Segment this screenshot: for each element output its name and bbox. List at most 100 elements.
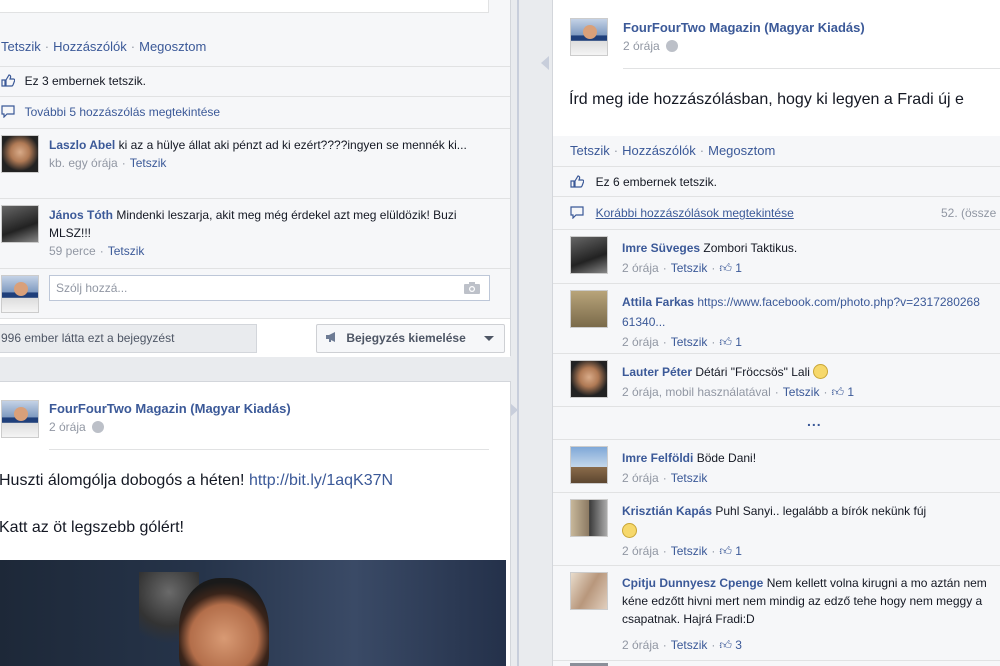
separator: · bbox=[613, 143, 619, 158]
comment-item: Lauter Péter Détári "Fröccsös" Lali 2 ór… bbox=[553, 353, 1000, 406]
comment-time[interactable]: 2 órája bbox=[622, 335, 659, 349]
small-thumbs-up-icon: 👍︎ bbox=[719, 261, 732, 275]
comment-time[interactable]: 2 órája bbox=[622, 471, 659, 485]
commenter-name[interactable]: Cpitju Dunnyesz Cpenge bbox=[622, 576, 763, 590]
commenter-name[interactable]: Laszlo Abel bbox=[49, 138, 115, 152]
globe-icon bbox=[92, 421, 105, 433]
comment-link[interactable]: Hozzászólók bbox=[53, 39, 127, 54]
more-replies-row[interactable]: ... bbox=[553, 406, 1000, 439]
small-thumbs-up-icon: 👍︎ bbox=[719, 638, 732, 652]
camera-icon[interactable] bbox=[463, 281, 481, 298]
comment-time[interactable]: 59 perce bbox=[49, 244, 96, 258]
comment-time[interactable]: kb. egy órája bbox=[49, 156, 118, 170]
commenter-avatar[interactable] bbox=[570, 236, 608, 274]
separator: · bbox=[44, 39, 50, 54]
write-comment-row: Szólj hozzá... bbox=[0, 268, 510, 318]
post-action-bar: Tetszik · Hozzászólók · Megosztom bbox=[570, 141, 775, 161]
small-thumbs-up-icon: 👍︎ bbox=[719, 544, 732, 558]
comment-like-link[interactable]: Tetszik bbox=[671, 544, 708, 558]
comment-like-count[interactable]: 👍︎ 1 bbox=[831, 385, 854, 399]
post-text: Huszti álomgólja dobogós a héten! bbox=[0, 472, 245, 489]
comment-like-link[interactable]: Tetszik bbox=[783, 385, 820, 399]
post-time[interactable]: 2 órája bbox=[49, 420, 86, 434]
comment-item: Krisztián Kapás Puhl Sanyi.. legalább a … bbox=[553, 492, 1000, 565]
comment-count: 52. (össze bbox=[941, 206, 997, 220]
like-link[interactable]: Tetszik bbox=[1, 39, 41, 54]
earlier-comments-row: Korábbi hozzászólások megtekintése 52. (… bbox=[553, 196, 1000, 229]
comment-like-count[interactable]: 👍︎ 1 bbox=[719, 335, 742, 349]
comment-item: Cpitju Dunnyesz Cpenge Nem kellett volna… bbox=[553, 565, 1000, 660]
comment-text: Détári "Fröccsös" Lali bbox=[695, 365, 810, 379]
comment-time[interactable]: 2 órája bbox=[622, 261, 659, 275]
comment-time[interactable]: 2 órája, mobil használatával bbox=[622, 385, 771, 399]
post-author[interactable]: FourFourTwo Magazin (Magyar Kiadás) bbox=[623, 20, 865, 35]
timeline-pointer bbox=[541, 56, 549, 70]
right-post-card: FourFourTwo Magazin (Magyar Kiadás) 2 ór… bbox=[552, 0, 1000, 666]
chevron-down-icon bbox=[484, 336, 494, 341]
commenter-name[interactable]: Lauter Péter bbox=[622, 365, 692, 379]
ufi-section: Tetszik · Hozzászólók · Megosztom Ez 6 ember… bbox=[553, 136, 1000, 666]
comment-like-count-value: 1 bbox=[735, 544, 742, 558]
comment-text: Zombori Taktikus. bbox=[703, 241, 798, 255]
comment-like-count-value: 1 bbox=[847, 385, 855, 399]
separator: · bbox=[130, 39, 136, 54]
commenter-name[interactable]: Imre Felföldi bbox=[622, 451, 693, 465]
promote-post-button[interactable]: Bejegyzés kiemelése bbox=[316, 324, 505, 353]
small-thumbs-up-icon: 👍︎ bbox=[831, 385, 844, 399]
commenter-avatar[interactable] bbox=[1, 135, 39, 173]
comment-like-link[interactable]: Tetszik bbox=[130, 156, 167, 170]
commenter-avatar[interactable] bbox=[570, 360, 608, 398]
comment-like-count[interactable]: 👍︎ 1 bbox=[719, 544, 742, 558]
commenter-avatar[interactable] bbox=[570, 499, 608, 537]
separator: · bbox=[699, 143, 705, 158]
header-divider bbox=[623, 68, 1000, 69]
comment-like-count-value: 1 bbox=[735, 335, 742, 349]
post-top-remnant bbox=[0, 0, 489, 13]
globe-icon bbox=[666, 40, 679, 52]
post-time[interactable]: 2 órája bbox=[623, 39, 660, 53]
post-photo[interactable] bbox=[0, 560, 506, 666]
comment-like-count[interactable]: 👍︎ 3 bbox=[719, 638, 742, 652]
commenter-name[interactable]: János Tóth bbox=[49, 208, 113, 222]
likes-text[interactable]: Ez 3 embernek tetszik. bbox=[25, 74, 146, 88]
comment-input[interactable]: Szólj hozzá... bbox=[49, 275, 490, 301]
share-link[interactable]: Megosztom bbox=[139, 39, 206, 54]
more-comments-link[interactable]: További 5 hozzászólás megtekintése bbox=[25, 105, 220, 119]
earlier-comments-link[interactable]: Korábbi hozzászólások megtekintése bbox=[596, 206, 794, 220]
left-post-card-2: FourFourTwo Magazin (Magyar Kiadás) 2 ór… bbox=[0, 381, 511, 666]
commenter-avatar[interactable] bbox=[570, 290, 608, 328]
commenter-avatar[interactable] bbox=[570, 446, 608, 484]
comment-like-link[interactable]: Tetszik bbox=[671, 471, 708, 485]
ellipsis-link[interactable]: ... bbox=[807, 413, 822, 429]
page-avatar[interactable] bbox=[1, 400, 39, 438]
comment-like-link[interactable]: Tetszik bbox=[671, 261, 708, 275]
post-author[interactable]: FourFourTwo Magazin (Magyar Kiadás) bbox=[49, 401, 291, 416]
thumbs-up-icon bbox=[1, 69, 16, 87]
comment-like-count[interactable]: 👍︎ 1 bbox=[719, 261, 742, 275]
comment-like-link[interactable]: Tetszik bbox=[108, 244, 145, 258]
comment-bubble-icon bbox=[1, 99, 15, 119]
comment-time[interactable]: 2 órája bbox=[622, 638, 659, 652]
comment-like-link[interactable]: Tetszik bbox=[671, 638, 708, 652]
left-post-card: Tetszik · Hozzászólók · Megosztom Ez 3 ember… bbox=[0, 0, 511, 357]
comment-link[interactable]: Hozzászólók bbox=[622, 143, 696, 158]
thumbs-up-icon bbox=[570, 169, 585, 188]
comment-like-count-value: 1 bbox=[735, 261, 742, 275]
header-divider bbox=[49, 449, 489, 450]
share-link[interactable]: Megosztom bbox=[708, 143, 775, 158]
player-head bbox=[179, 578, 269, 666]
commenter-avatar[interactable] bbox=[570, 572, 608, 610]
commenter-name[interactable]: Imre Süveges bbox=[622, 241, 700, 255]
comment-time[interactable]: 2 órája bbox=[622, 544, 659, 558]
post-link[interactable]: http://bit.ly/1aqK37N bbox=[249, 472, 393, 489]
like-link[interactable]: Tetszik bbox=[570, 143, 610, 158]
comment-item-partial bbox=[553, 660, 1000, 666]
commenter-name[interactable]: Krisztián Kapás bbox=[622, 504, 712, 518]
comment-like-link[interactable]: Tetszik bbox=[671, 335, 708, 349]
timeline-pointer bbox=[510, 403, 518, 417]
smiley-icon bbox=[622, 523, 637, 538]
commenter-name[interactable]: Attila Farkas bbox=[622, 295, 694, 309]
commenter-avatar[interactable] bbox=[1, 205, 39, 243]
page-avatar[interactable] bbox=[570, 18, 608, 56]
likes-text[interactable]: Ez 6 embernek tetszik. bbox=[596, 175, 717, 189]
